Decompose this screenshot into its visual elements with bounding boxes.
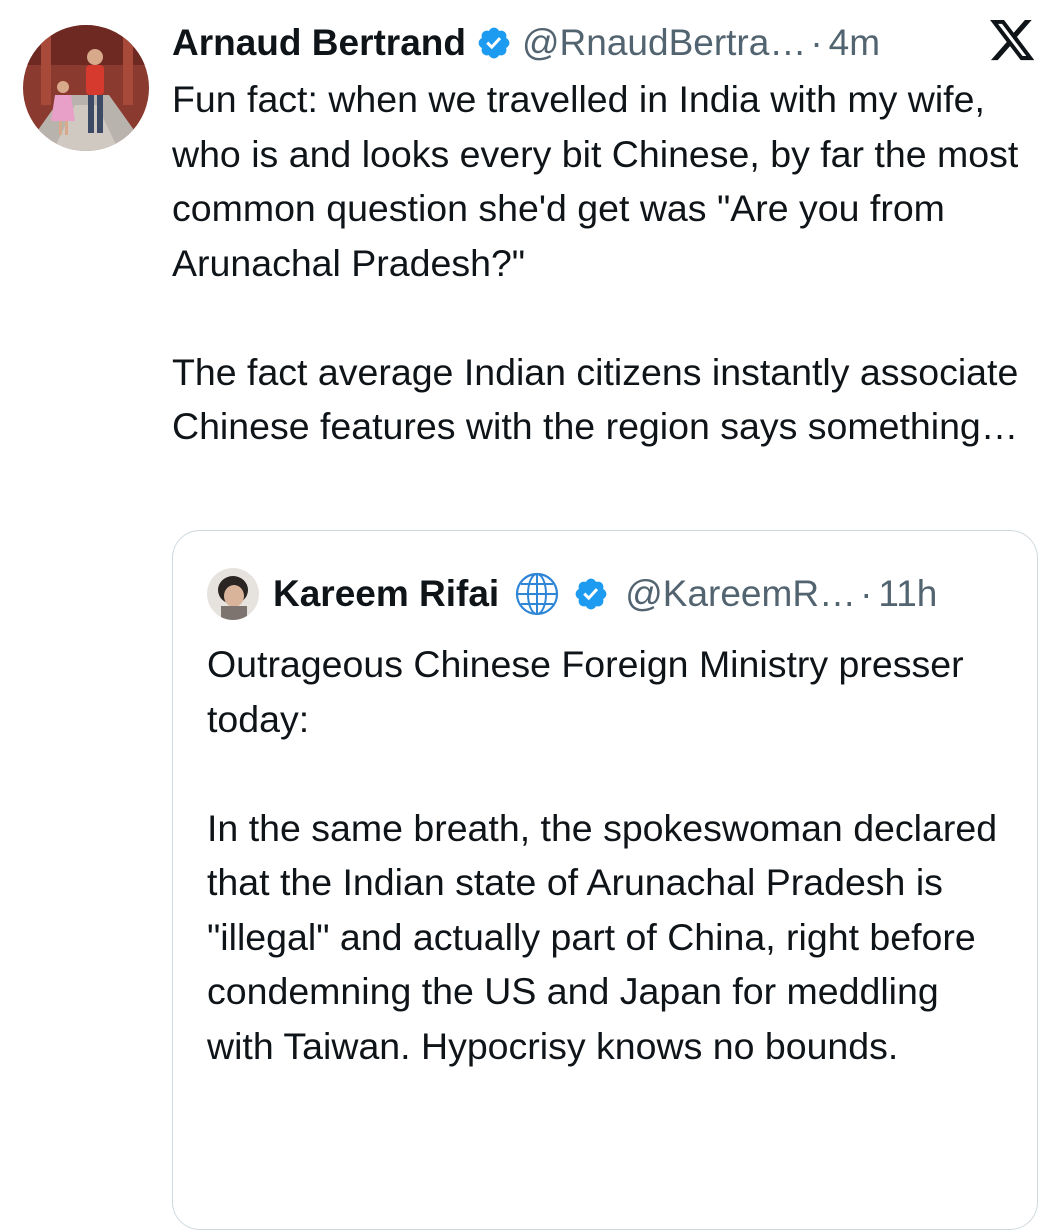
author-handle[interactable]: @RnaudBertra… <box>522 18 806 68</box>
tweet-card: Arnaud Bertrand @RnaudBertra… · 4m Fun f… <box>0 0 1063 1230</box>
quoted-author-handle[interactable]: @KareemR… <box>625 569 856 619</box>
quoted-author-name[interactable]: Kareem Rifai <box>273 569 499 619</box>
author-name[interactable]: Arnaud Bertrand <box>172 18 466 68</box>
tweet-timestamp[interactable]: 4m <box>829 18 880 68</box>
quoted-tweet-header: Kareem Rifai @KareemR… · 11h <box>207 568 1007 620</box>
quoted-tweet[interactable]: Kareem Rifai @KareemR… · 11h Outrageous … <box>172 530 1038 1230</box>
quoted-tweet-timestamp[interactable]: 11h <box>878 569 937 619</box>
tweet-header: Arnaud Bertrand @RnaudBertra… · 4m <box>172 18 1042 68</box>
quoted-tweet-paragraph: In the same breath, the spokeswoman decl… <box>207 806 998 1067</box>
verified-badge-icon <box>575 578 607 610</box>
quoted-author-avatar[interactable] <box>207 568 259 620</box>
tweet-paragraph: Fun fact: when we travelled in India wit… <box>172 78 1019 284</box>
quoted-tweet-paragraph: Outrageous Chinese Foreign Ministry pres… <box>207 643 964 740</box>
separator-dot: · <box>810 22 823 63</box>
tweet-paragraph: The fact average Indian citizens instant… <box>172 350 1019 448</box>
tweet-text: Fun fact: when we travelled in India wit… <box>172 72 1047 454</box>
globe-icon <box>516 572 559 616</box>
verified-badge-icon <box>478 27 510 59</box>
quoted-tweet-text: Outrageous Chinese Foreign Ministry pres… <box>207 637 1007 1073</box>
separator-dot: · <box>860 573 873 614</box>
author-avatar[interactable] <box>23 25 149 151</box>
x-logo-icon[interactable] <box>990 20 1036 62</box>
